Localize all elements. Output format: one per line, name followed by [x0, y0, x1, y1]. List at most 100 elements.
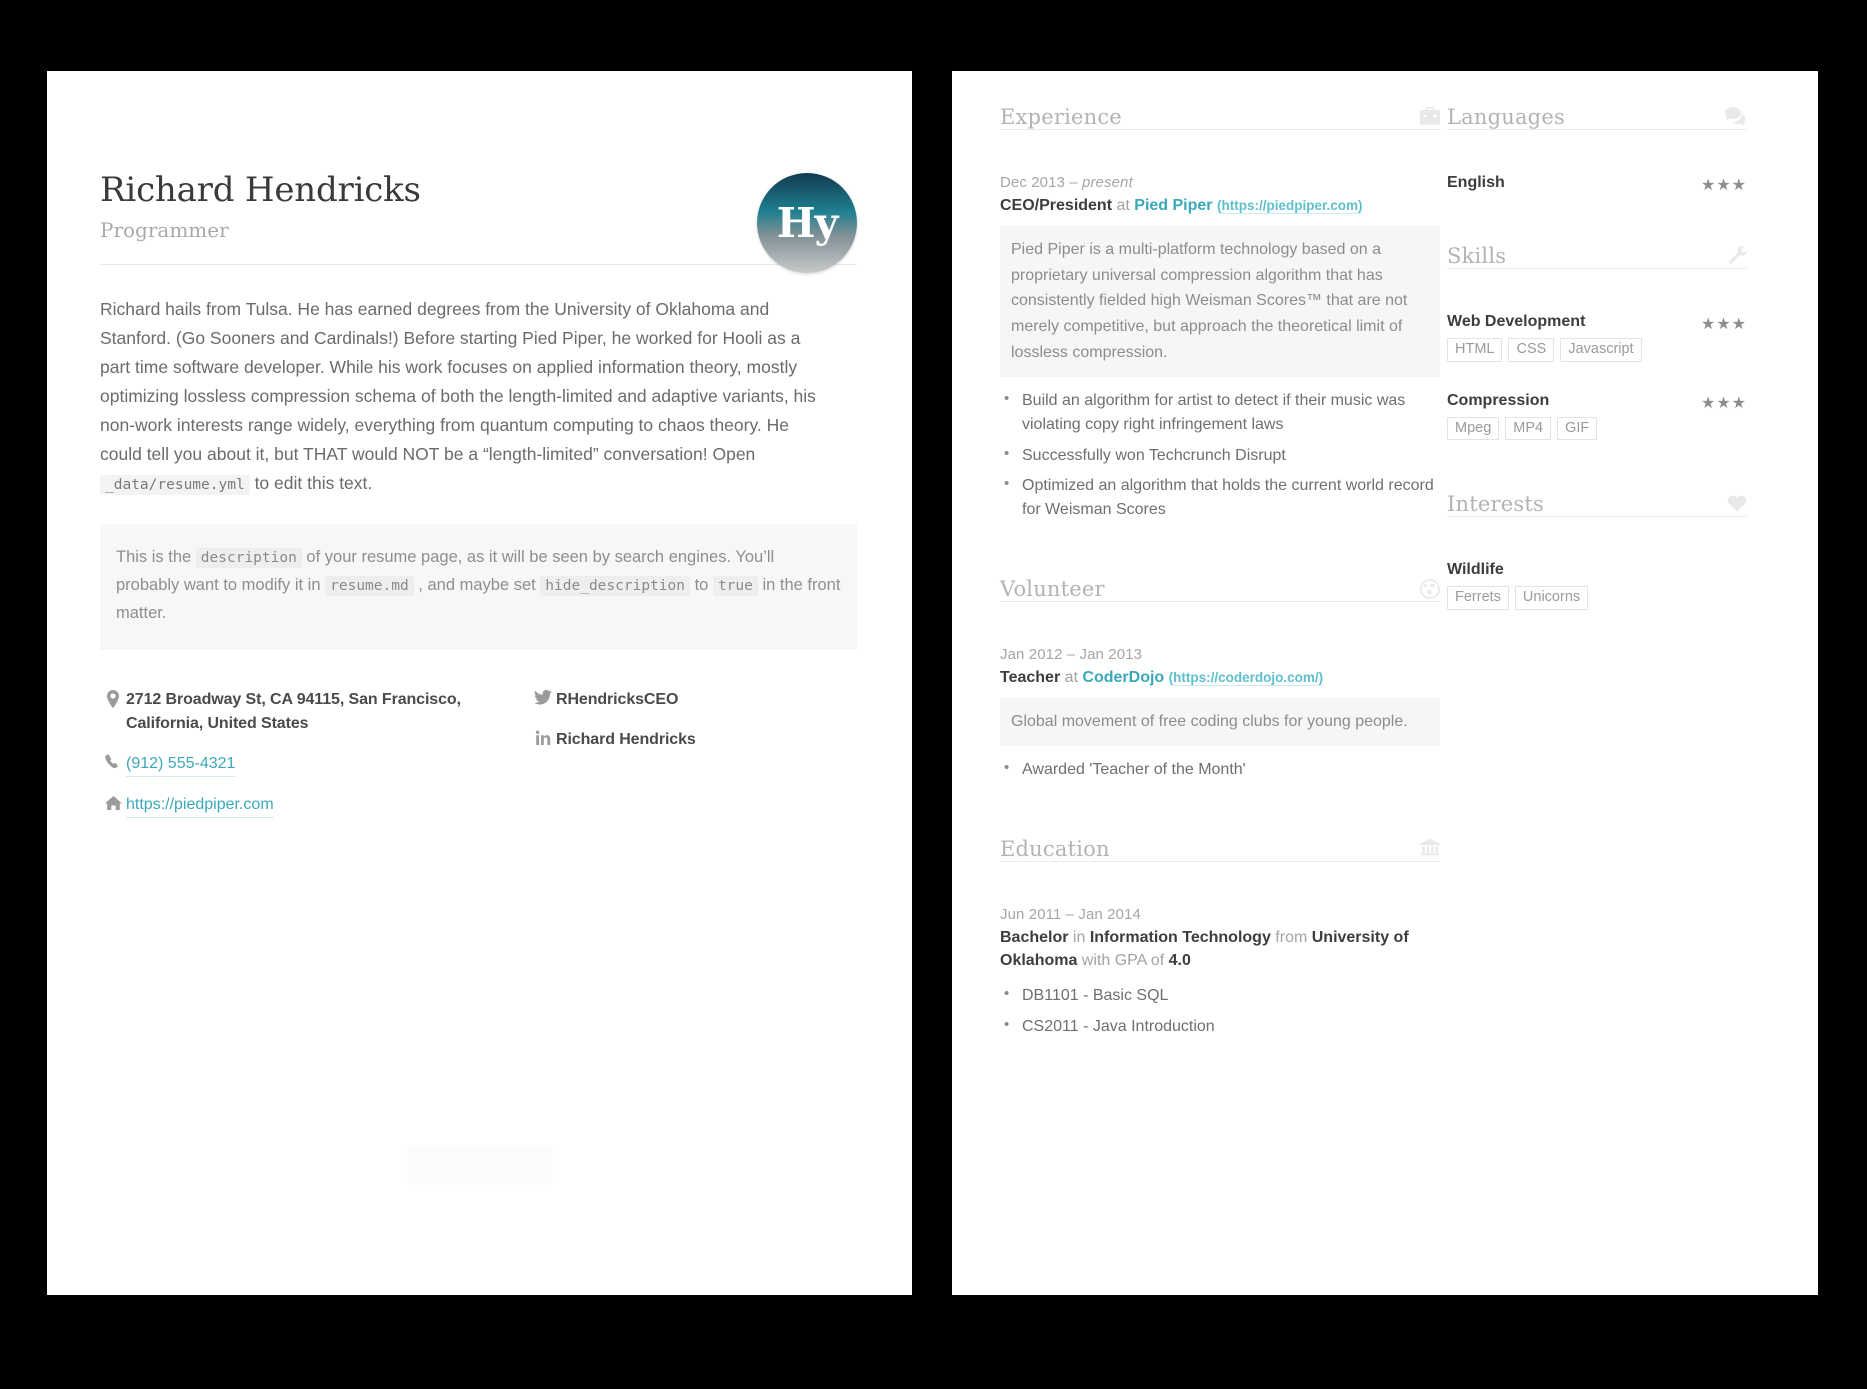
- section-title-interests: Interests: [1447, 492, 1544, 516]
- star-icon: ★: [1731, 394, 1747, 412]
- education-entry: Jun 2011 – Jan 2014 Bachelor in Informat…: [1000, 876, 1440, 1039]
- skill-keywords: HTML CSS Javascript: [1447, 338, 1747, 362]
- star-icon: ★: [1716, 177, 1732, 194]
- volunteer-organization-url[interactable]: (https://coderdojo.com/): [1168, 669, 1324, 686]
- skill-label: Web Development: [1447, 313, 1586, 330]
- contact-twitter-value: RHendricksCEO: [556, 690, 679, 708]
- desc-text-1: This is the: [116, 548, 192, 567]
- star-icon: ★: [1731, 177, 1747, 194]
- interest-keywords: Ferrets Unicorns: [1447, 586, 1747, 610]
- page-title: Richard Hendricks: [100, 170, 421, 210]
- list-item: Successfully won Techcrunch Disrupt: [1000, 443, 1440, 468]
- desc-text-4: to: [694, 576, 709, 595]
- section-header-education: Education: [1000, 837, 1440, 876]
- education-gpa-value: 4.0: [1168, 952, 1191, 970]
- section-skills: Skills Web Development ★★★ HTML CSS Java…: [1447, 244, 1747, 440]
- contact-linkedin-row[interactable]: Richard Hendricks: [530, 728, 696, 752]
- language-label: English: [1447, 174, 1505, 191]
- experience-position: CEO/President: [1000, 197, 1113, 214]
- language-row: English ★★★: [1447, 174, 1747, 195]
- interest-label: Wildlife: [1447, 561, 1504, 578]
- keyword-tag: Ferrets: [1447, 586, 1509, 610]
- contact-address-row: 2712 Broadway St, CA 94115, San Francisc…: [100, 688, 530, 736]
- desc-code-resume-md: resume.md: [325, 576, 414, 597]
- contact-website-value[interactable]: https://piedpiper.com: [126, 793, 274, 818]
- section-header-experience: Experience: [1000, 105, 1440, 144]
- keyword-tag: GIF: [1557, 416, 1598, 440]
- skill-row: Web Development ★★★: [1447, 313, 1747, 334]
- experience-entry-date: Dec 2013 – present: [1000, 174, 1440, 191]
- section-experience: Experience Dec 2013 – present CEO/Presid…: [1000, 105, 1440, 522]
- volunteer-summary: Global movement of free coding clubs for…: [1000, 697, 1440, 747]
- contact-website-row[interactable]: https://piedpiper.com: [100, 793, 530, 818]
- experience-company[interactable]: Pied Piper: [1134, 197, 1212, 214]
- section-title-skills: Skills: [1447, 244, 1507, 268]
- star-icon: ★: [1700, 394, 1717, 412]
- volunteer-highlights: Awarded 'Teacher of the Month': [1000, 757, 1440, 782]
- section-header-volunteer: Volunteer: [1000, 577, 1440, 616]
- experience-date-start: Dec 2013 –: [1000, 174, 1082, 191]
- volunteer-entry: Jan 2012 – Jan 2013 Teacher at CoderDojo…: [1000, 616, 1440, 782]
- education-in-word: in: [1068, 928, 1090, 946]
- section-divider-volunteer: [1000, 600, 1440, 602]
- contact-phone-value[interactable]: (912) 555-4321: [126, 752, 236, 777]
- skill-item-web-development: Web Development ★★★ HTML CSS Javascript: [1447, 283, 1747, 362]
- section-header-interests: Interests: [1447, 492, 1747, 531]
- experience-at-word: at: [1112, 197, 1135, 214]
- skill-label: Compression: [1447, 391, 1550, 409]
- experience-date-end: present: [1082, 174, 1133, 191]
- resume-page-2: Experience Dec 2013 – present CEO/Presid…: [952, 71, 1818, 1295]
- contact-address-value: 2712 Broadway St, CA 94115, San Francisc…: [126, 690, 461, 732]
- section-volunteer: Volunteer Jan 2012 – Jan 2013 Teacher at…: [1000, 577, 1440, 782]
- education-gpa-label: with GPA of: [1077, 952, 1169, 970]
- avatar-initials: Hy: [776, 198, 839, 247]
- desc-code-hide-description: hide_description: [540, 576, 690, 597]
- section-header-skills: Skills: [1447, 244, 1747, 283]
- volunteer-entry-date: Jan 2012 – Jan 2013: [1000, 645, 1143, 663]
- briefcase-icon: [1420, 107, 1440, 125]
- star-icon: ★: [1716, 394, 1732, 412]
- list-item: Optimized an algorithm that holds the cu…: [1000, 473, 1440, 521]
- bio-text-part-1: Richard hails from Tulsa. He has earned …: [100, 299, 816, 465]
- contact-column-left: 2712 Broadway St, CA 94115, San Francisc…: [100, 688, 530, 834]
- experience-summary: Pied Piper is a multi-platform technolog…: [1000, 226, 1440, 378]
- page-1-content: Richard Hendricks Programmer Hy Richard …: [100, 170, 857, 834]
- comments-icon: [1725, 107, 1747, 125]
- language-rating-stars: ★★★: [1701, 175, 1747, 195]
- skill-row: Compression ★★★: [1447, 391, 1747, 412]
- volunteer-entry-title: Teacher at CoderDojo (https://coderdojo.…: [1000, 666, 1440, 689]
- section-header-languages: Languages: [1447, 105, 1747, 144]
- volunteer-organization[interactable]: CoderDojo: [1082, 669, 1164, 686]
- keyword-tag: Javascript: [1560, 338, 1642, 362]
- section-title-education: Education: [1000, 836, 1110, 861]
- section-divider-experience: [1000, 129, 1440, 130]
- skill-rating-stars: ★★★: [1701, 314, 1747, 334]
- header-block: Richard Hendricks Programmer Hy: [100, 170, 857, 273]
- contact-block: 2712 Broadway St, CA 94115, San Francisc…: [100, 688, 857, 834]
- twitter-icon: [530, 688, 556, 705]
- education-from-word: from: [1270, 928, 1312, 946]
- section-interests: Interests Wildlife Ferrets Unicorns: [1447, 492, 1747, 610]
- bio-paragraph: Richard hails from Tulsa. He has earned …: [100, 295, 820, 498]
- contact-phone-row[interactable]: (912) 555-4321: [100, 752, 530, 777]
- contact-linkedin-value: Richard Hendricks: [556, 730, 696, 748]
- resume-page-1: Richard Hendricks Programmer Hy Richard …: [47, 71, 912, 1295]
- section-divider-skills: [1447, 268, 1747, 269]
- section-divider-interests: [1447, 516, 1747, 517]
- desc-code-true: true: [712, 576, 758, 597]
- page-indicator-badge: Page 1 of 3: [406, 1146, 553, 1185]
- experience-company-url[interactable]: (https://piedpiper.com): [1216, 198, 1363, 214]
- section-education: Education Jun 2011 – Jan 2014 Bachelor i…: [1000, 837, 1440, 1039]
- contact-twitter-row[interactable]: RHendricksCEO: [530, 688, 696, 712]
- section-title-languages: Languages: [1447, 105, 1565, 129]
- interest-item-wildlife: Wildlife Ferrets Unicorns: [1447, 531, 1747, 610]
- keyword-tag: HTML: [1447, 338, 1503, 362]
- education-courses: DB1101 - Basic SQL CS2011 - Java Introdu…: [1000, 983, 1440, 1038]
- section-languages: Languages English ★★★: [1447, 105, 1747, 195]
- experience-highlights: Build an algorithm for artist to detect …: [1000, 388, 1440, 521]
- star-icon: ★: [1700, 177, 1717, 194]
